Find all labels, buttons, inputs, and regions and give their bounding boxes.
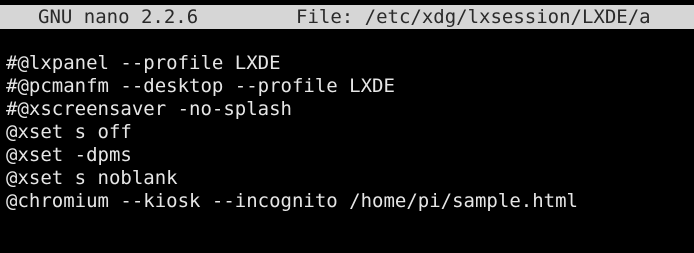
editor-line-7[interactable]: @chromium --kiosk --incognito /home/pi/s… — [6, 190, 694, 213]
file-path-label: File: /etc/xdg/lxsession/LXDE/a — [296, 6, 651, 28]
editor-line-6[interactable]: @xset s noblank — [6, 167, 694, 190]
editor-line-2[interactable]: #@pcmanfm --desktop --profile LXDE — [6, 75, 694, 98]
editor-line-3[interactable]: #@xscreensaver -no-splash — [6, 98, 694, 121]
editor-line-4[interactable]: @xset s off — [6, 121, 694, 144]
nano-title-bar: GNU nano 2.2.6 File: /etc/xdg/lxsession/… — [0, 5, 694, 29]
editor-line-5[interactable]: @xset -dpms — [6, 144, 694, 167]
nano-version-label: GNU nano 2.2.6 — [38, 6, 199, 28]
editor-line-8[interactable] — [6, 213, 694, 236]
terminal-window[interactable]: GNU nano 2.2.6 File: /etc/xdg/lxsession/… — [0, 0, 694, 253]
text-editor-area[interactable]: #@lxpanel --profile LXDE #@pcmanfm --des… — [6, 52, 694, 236]
editor-line-1[interactable]: #@lxpanel --profile LXDE — [6, 52, 694, 75]
